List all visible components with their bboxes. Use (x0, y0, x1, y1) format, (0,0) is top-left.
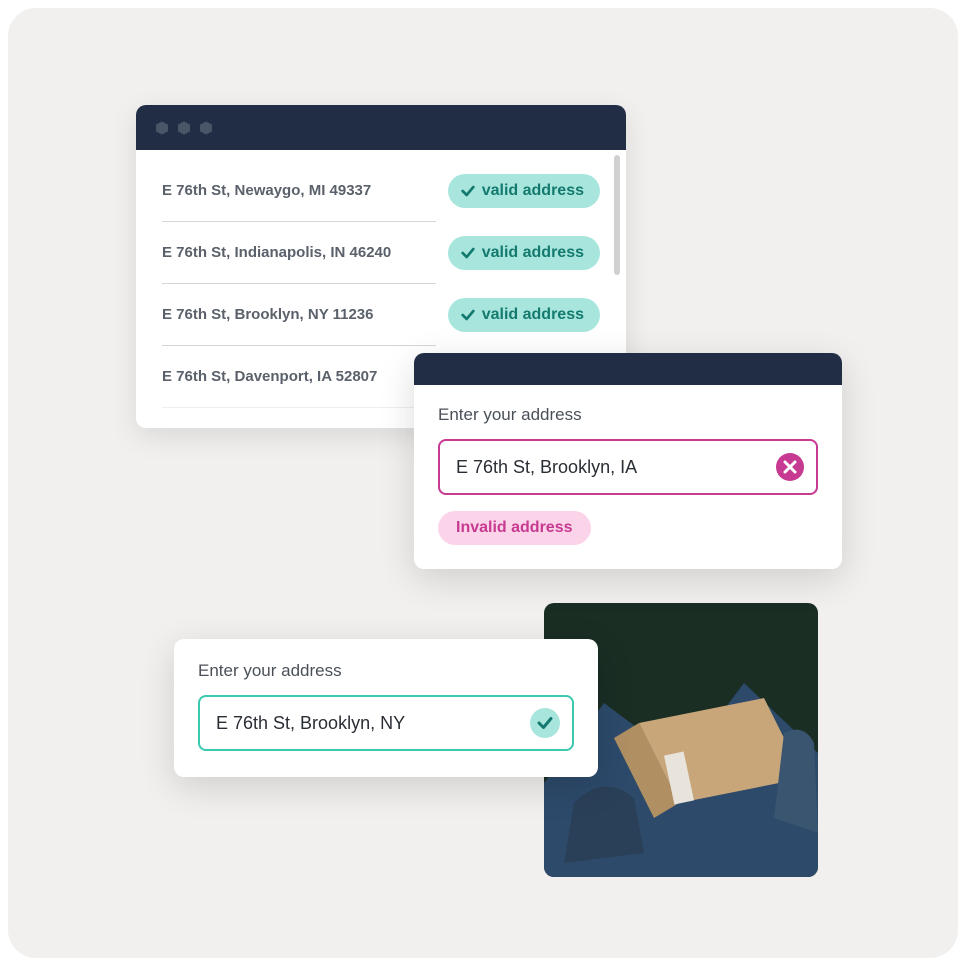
window-control-icon (176, 120, 192, 136)
address-row: E 76th St, Newaygo, MI 49337 valid addre… (162, 160, 600, 222)
window-titlebar (136, 105, 626, 150)
address-text: E 76th St, Newaygo, MI 49337 (162, 182, 371, 199)
valid-badge: valid address (448, 236, 600, 270)
check-icon (460, 245, 476, 261)
check-icon (460, 183, 476, 199)
address-text: E 76th St, Davenport, IA 52807 (162, 368, 377, 385)
address-input-value: E 76th St, Brooklyn, IA (456, 457, 637, 478)
valid-badge: valid address (448, 174, 600, 208)
card-header (414, 353, 842, 385)
invalid-badge: Invalid address (438, 511, 591, 545)
clear-icon[interactable] (776, 453, 804, 481)
invalid-address-card: Enter your address E 76th St, Brooklyn, … (414, 353, 842, 569)
address-text: E 76th St, Indianapolis, IN 46240 (162, 244, 391, 261)
address-input[interactable]: E 76th St, Brooklyn, NY (198, 695, 574, 751)
check-icon (460, 307, 476, 323)
address-input-value: E 76th St, Brooklyn, NY (216, 713, 405, 734)
address-field-label: Enter your address (198, 661, 574, 681)
window-control-icon (154, 120, 170, 136)
address-input[interactable]: E 76th St, Brooklyn, IA (438, 439, 818, 495)
valid-address-card: Enter your address E 76th St, Brooklyn, … (174, 639, 598, 777)
window-control-icon (198, 120, 214, 136)
address-row: E 76th St, Brooklyn, NY 11236 valid addr… (162, 284, 600, 346)
canvas: E 76th St, Newaygo, MI 49337 valid addre… (8, 8, 958, 958)
address-field-label: Enter your address (438, 405, 818, 425)
check-circle-icon (530, 708, 560, 738)
address-row: E 76th St, Indianapolis, IN 46240 valid … (162, 222, 600, 284)
valid-badge: valid address (448, 298, 600, 332)
address-text: E 76th St, Brooklyn, NY 11236 (162, 306, 373, 323)
